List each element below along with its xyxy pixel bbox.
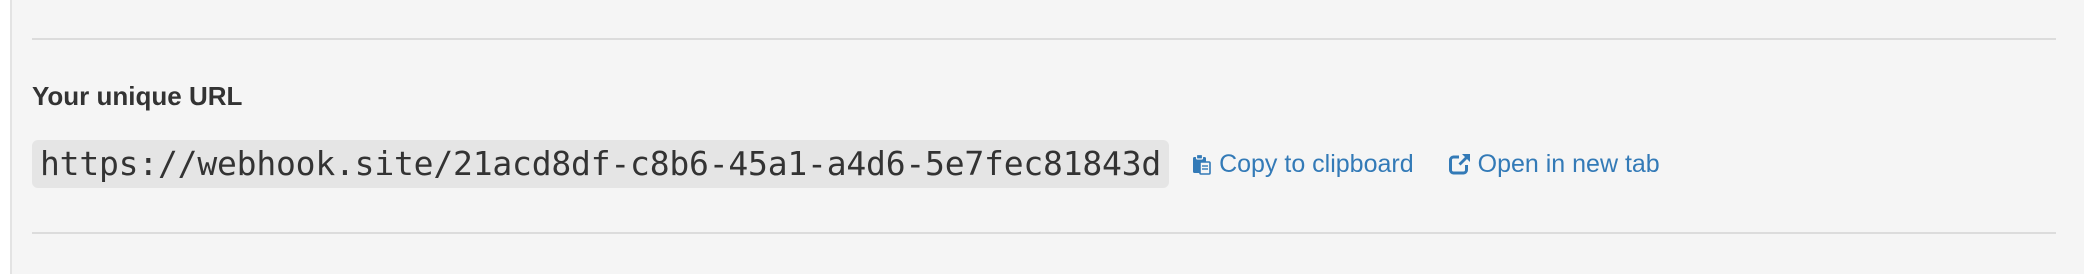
url-panel: Your unique URL https://webhook.site/21a… — [10, 0, 2084, 274]
clipboard-icon — [1189, 152, 1213, 176]
section-heading: Your unique URL — [32, 81, 243, 111]
open-in-new-tab-label: Open in new tab — [1477, 149, 1660, 178]
open-in-new-tab-link[interactable]: Open in new tab — [1448, 150, 1660, 179]
unique-url[interactable]: https://webhook.site/21acd8df-c8b6-45a1-… — [32, 140, 1170, 188]
external-link-icon — [1448, 152, 1472, 176]
divider-bottom — [32, 232, 2056, 234]
copy-to-clipboard-button[interactable]: Copy to clipboard — [1189, 150, 1414, 179]
copy-to-clipboard-label: Copy to clipboard — [1219, 149, 1414, 178]
url-row: https://webhook.site/21acd8df-c8b6-45a1-… — [32, 140, 1660, 188]
divider-top — [32, 38, 2056, 40]
